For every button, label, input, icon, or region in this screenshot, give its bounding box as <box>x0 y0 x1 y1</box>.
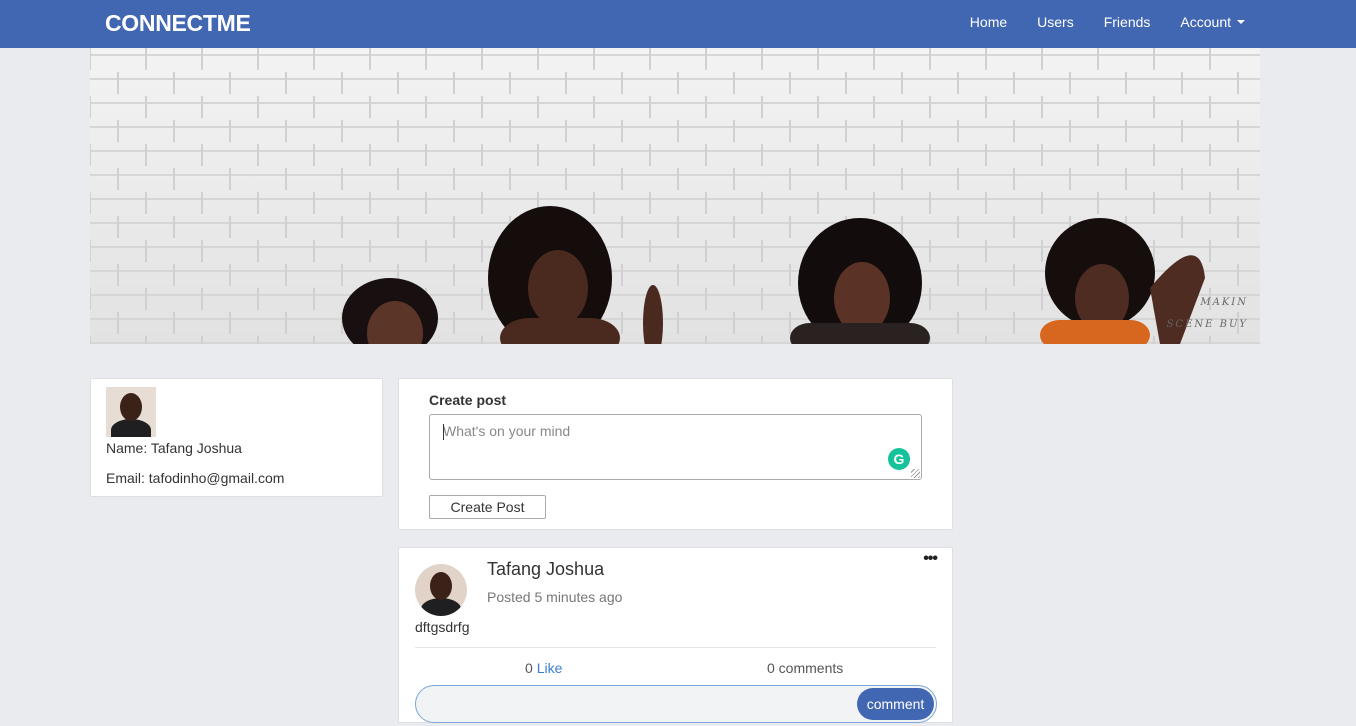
post-card: Tafang Joshua Posted 5 minutes ago ••• d… <box>398 547 953 723</box>
post-author-avatar[interactable] <box>415 564 467 616</box>
profile-avatar[interactable] <box>106 387 156 437</box>
resize-handle-icon[interactable] <box>911 469 920 478</box>
nav-account-dropdown[interactable]: Account <box>1180 14 1245 30</box>
nav-account-label: Account <box>1180 14 1231 30</box>
post-divider <box>415 647 936 648</box>
likes-section: 0 Like <box>525 660 562 676</box>
top-navbar: CONNECTME Home Users Friends Account <box>0 0 1356 48</box>
like-count: 0 <box>525 660 533 676</box>
avatar-head <box>120 393 142 421</box>
nav-links: Home Users Friends Account <box>940 14 1245 30</box>
caret-down-icon <box>1237 20 1245 24</box>
post-author-name[interactable]: Tafang Joshua <box>487 559 604 580</box>
watermark-line-1: MAKIN <box>1200 297 1248 308</box>
grammarly-icon[interactable]: G <box>888 448 910 470</box>
profile-email: Email: tafodinho@gmail.com <box>106 470 285 486</box>
avatar-shoulders <box>421 598 461 616</box>
avatar-head <box>430 572 452 600</box>
cover-photo: MAKIN SCENE BUY <box>90 48 1260 344</box>
text-cursor <box>443 424 444 440</box>
cover-watermark: MAKIN SCENE BUY <box>1167 292 1248 336</box>
nav-users[interactable]: Users <box>1037 14 1074 30</box>
comments-count[interactable]: 0 comments <box>767 660 843 676</box>
create-post-card: Create post What's on your mind G Create… <box>398 378 953 530</box>
create-post-title: Create post <box>429 392 507 408</box>
nav-friends[interactable]: Friends <box>1104 14 1151 30</box>
create-post-button[interactable]: Create Post <box>429 495 546 519</box>
profile-card: Name: Tafang Joshua Email: tafodinho@gma… <box>90 378 383 497</box>
brand-logo[interactable]: CONNECTME <box>105 10 251 37</box>
post-timestamp: Posted 5 minutes ago <box>487 589 623 605</box>
more-options-icon[interactable]: ••• <box>923 550 938 568</box>
profile-name: Name: Tafang Joshua <box>106 440 242 456</box>
brick-wall-illustration <box>90 48 1239 344</box>
nav-home[interactable]: Home <box>970 14 1007 30</box>
watermark-line-2: SCENE BUY <box>1166 319 1248 330</box>
post-placeholder: What's on your mind <box>443 423 571 439</box>
comment-button[interactable]: comment <box>857 688 934 720</box>
comment-input[interactable]: comment <box>415 685 937 723</box>
post-body-text: dftgsdrfg <box>415 619 470 635</box>
post-textarea[interactable]: What's on your mind G <box>429 414 922 480</box>
like-link[interactable]: Like <box>537 660 563 676</box>
people-illustration <box>342 206 1205 344</box>
avatar-shoulders <box>111 419 151 437</box>
